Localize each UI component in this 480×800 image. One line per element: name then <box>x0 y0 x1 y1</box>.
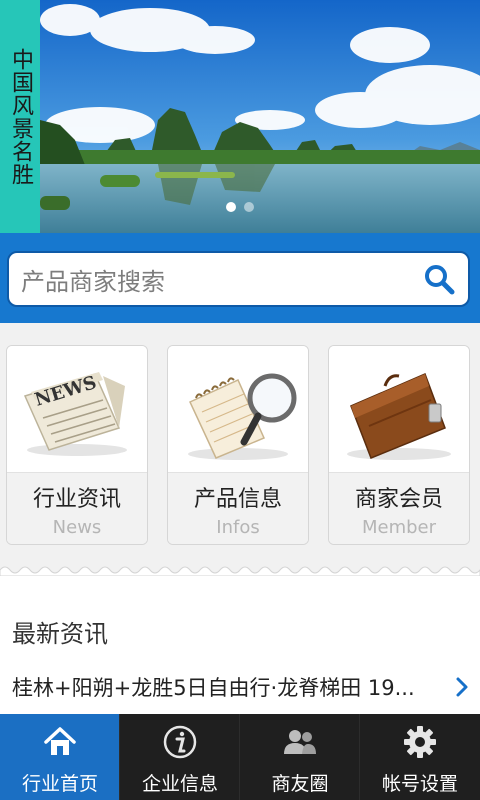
nav-tab-home[interactable]: 行业首页 <box>0 714 120 800</box>
nav-tab-company-info[interactable]: 企业信息 <box>120 714 240 800</box>
card-text-area: 商家会员 Member <box>329 472 469 544</box>
card-subtitle: Member <box>361 517 437 538</box>
briefcase-icon <box>347 372 451 460</box>
nav-tab-account-settings[interactable]: 帐号设置 <box>360 714 480 800</box>
nav-label: 行业首页 <box>21 773 98 795</box>
nav-tab-friends[interactable]: 商友圈 <box>240 714 360 800</box>
search-icon[interactable] <box>422 262 456 296</box>
newspaper-icon: NEWS <box>23 372 127 456</box>
banner-landscape-photo[interactable] <box>40 0 480 233</box>
latest-news-section: 最新资讯 桂林+阳朔+龙胜5日自由行·龙脊梯田 19... <box>0 576 480 714</box>
notepad-magnifier-icon <box>188 373 297 460</box>
wavy-divider <box>0 560 480 576</box>
card-image: NEWS <box>7 346 147 472</box>
gear-icon <box>404 726 436 758</box>
card-image <box>168 346 308 472</box>
card-text-area: 行业资讯 News <box>7 472 147 544</box>
card-image <box>329 346 469 472</box>
card-title: 商家会员 <box>354 487 443 512</box>
carousel-dot-1[interactable] <box>226 202 236 212</box>
search-placeholder: 产品商家搜索 <box>21 267 165 296</box>
chevron-right-icon <box>456 677 468 697</box>
home-icon <box>44 727 76 755</box>
banner-label-text: 中国风景名胜 <box>8 47 33 186</box>
category-card-infos[interactable]: 产品信息 Infos <box>167 345 309 545</box>
category-card-member[interactable]: 商家会员 Member <box>328 345 470 545</box>
card-title: 行业资讯 <box>32 487 121 512</box>
card-subtitle: Infos <box>216 517 260 538</box>
news-item-title[interactable]: 桂林+阳朔+龙胜5日自由行·龙脊梯田 19... <box>12 672 415 702</box>
category-grid: NEWS 行业资讯 News 产品信息 Infos 商家会员 Member <box>0 323 480 568</box>
banner-carousel[interactable]: 中国风景名胜 <box>0 0 480 233</box>
carousel-dot-2[interactable] <box>244 202 254 212</box>
card-text-area: 产品信息 Infos <box>168 472 308 544</box>
bottom-nav: 行业首页 企业信息 商友圈 帐号设置 <box>0 714 480 800</box>
latest-news-heading: 最新资讯 <box>12 620 108 648</box>
nav-label: 商友圈 <box>271 773 329 795</box>
category-card-news[interactable]: NEWS 行业资讯 News <box>6 345 148 545</box>
card-title: 产品信息 <box>193 487 282 512</box>
news-list-item[interactable]: 桂林+阳朔+龙胜5日自由行·龙脊梯田 19... <box>0 664 480 714</box>
carousel-dots <box>226 202 254 212</box>
nav-label: 企业信息 <box>141 773 218 795</box>
search-input[interactable]: 产品商家搜索 <box>7 251 470 307</box>
search-band: 产品商家搜索 <box>0 233 480 323</box>
nav-label: 帐号设置 <box>381 773 458 795</box>
card-subtitle: News <box>52 517 102 538</box>
banner-label: 中国风景名胜 <box>0 0 40 233</box>
users-icon <box>284 730 316 754</box>
info-icon <box>163 725 197 759</box>
